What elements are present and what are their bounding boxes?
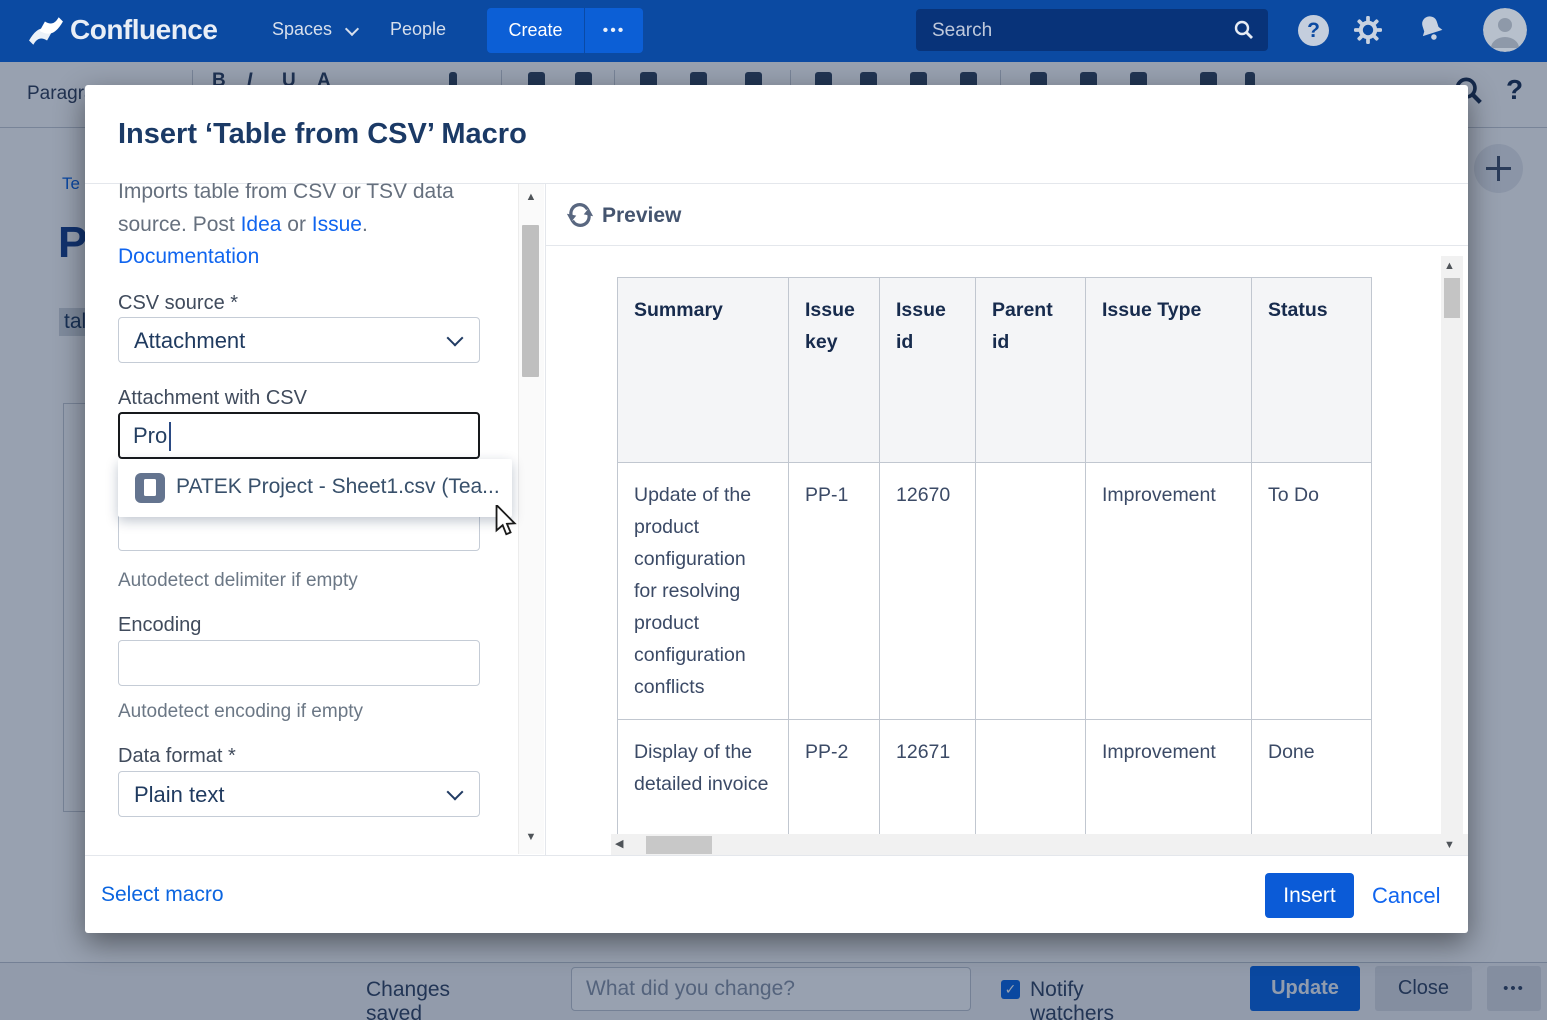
col-header: Parent id [976,278,1086,463]
macro-description-line2: source. Post Idea or Issue. [118,213,368,237]
attachment-label: Attachment with CSV [118,387,307,410]
nav-people[interactable]: People [390,19,446,40]
chevron-down-icon [447,330,464,347]
encoding-label: Encoding [118,614,201,637]
mouse-cursor [494,505,524,539]
data-format-label: Data format * [118,745,236,768]
cancel-link[interactable]: Cancel [1372,883,1440,909]
documentation-link[interactable]: Documentation [118,245,259,269]
confluence-page: Paragraph B I U A ? Te P tal Cha [0,0,1547,1020]
gear-icon[interactable] [1352,14,1384,46]
table-row: Update of the product configuration for … [618,463,1372,720]
macro-description-line1: Imports table from CSV or TSV data [118,183,454,204]
confluence-logo-icon[interactable] [28,15,64,47]
macro-form-pane: Imports table from CSV or TSV data sourc… [85,183,545,855]
select-macro-link[interactable]: Select macro [101,883,224,907]
create-more-button[interactable]: ••• [585,8,643,53]
col-header: Issue key [789,278,880,463]
chevron-down-icon [447,784,464,801]
create-button-group: Create ••• [487,8,643,53]
cell-status: To Do [1252,463,1372,720]
table-header-row: Summary Issue key Issue id Parent id Iss… [618,278,1372,463]
preview-vscrollbar[interactable]: ▲ ▼ [1441,256,1463,855]
file-icon [135,473,165,503]
encoding-input[interactable] [118,640,480,686]
csv-source-label: CSV source * [118,292,238,315]
cell-issue-key: PP-1 [789,463,880,720]
csv-source-select[interactable]: Attachment [118,317,480,363]
insert-macro-dialog: Insert ‘Table from CSV’ Macro Imports ta… [85,85,1468,933]
col-header: Status [1252,278,1372,463]
scroll-left-arrow[interactable]: ◀ [615,837,623,850]
encoding-hint: Autodetect encoding if empty [118,701,363,723]
top-navbar: Confluence Spaces People Create ••• ? [0,0,1547,62]
preview-title: Preview [602,204,681,228]
help-icon[interactable]: ? [1298,15,1329,46]
text-caret [169,422,171,451]
search-icon[interactable] [1232,18,1256,42]
preview-pane: Summary Issue key Issue id Parent id Iss… [546,246,1468,855]
scroll-up-arrow[interactable]: ▲ [521,191,541,203]
scroll-up-arrow[interactable]: ▲ [1444,260,1455,272]
global-search [916,9,1268,51]
suggestion-item[interactable]: PATEK Project - Sheet1.csv (Tea... [176,475,500,499]
nav-spaces[interactable]: Spaces [272,19,332,40]
cell-issue-id: 12670 [880,463,976,720]
create-button[interactable]: Create [487,8,584,53]
attachment-suggestion-dropdown[interactable]: PATEK Project - Sheet1.csv (Tea... [118,459,512,517]
brand-name[interactable]: Confluence [70,14,217,46]
preview-hscrollbar[interactable]: ◀ ▶ [611,834,1468,855]
scroll-down-arrow[interactable]: ▼ [521,831,541,843]
delimiter-hint: Autodetect delimiter if empty [118,570,358,592]
cell-parent-id [976,463,1086,720]
avatar-icon [1483,8,1527,52]
col-header: Issue id [880,278,976,463]
search-input[interactable] [930,15,1214,47]
scrollbar-thumb[interactable] [646,836,712,854]
user-avatar[interactable] [1483,8,1527,52]
scroll-down-arrow[interactable]: ▼ [1444,839,1455,851]
chevron-down-icon [345,22,359,36]
cell-summary: Update of the product configuration for … [618,463,789,720]
divider [85,855,1468,856]
insert-button[interactable]: Insert [1265,873,1354,918]
col-header: Issue Type [1086,278,1252,463]
notifications-bell-icon[interactable] [1412,9,1450,47]
scrollbar-thumb[interactable] [522,225,539,377]
cell-issue-type: Improvement [1086,463,1252,720]
preview-table: Summary Issue key Issue id Parent id Iss… [617,277,1372,855]
col-header: Summary [618,278,789,463]
scrollbar-thumb[interactable] [1444,278,1460,318]
idea-link[interactable]: Idea [241,213,282,236]
attachment-input[interactable]: Pro [118,412,480,459]
data-format-select[interactable]: Plain text [118,771,480,817]
issue-link[interactable]: Issue [312,213,362,236]
dialog-title: Insert ‘Table from CSV’ Macro [118,118,527,151]
refresh-preview-icon[interactable] [565,201,595,229]
